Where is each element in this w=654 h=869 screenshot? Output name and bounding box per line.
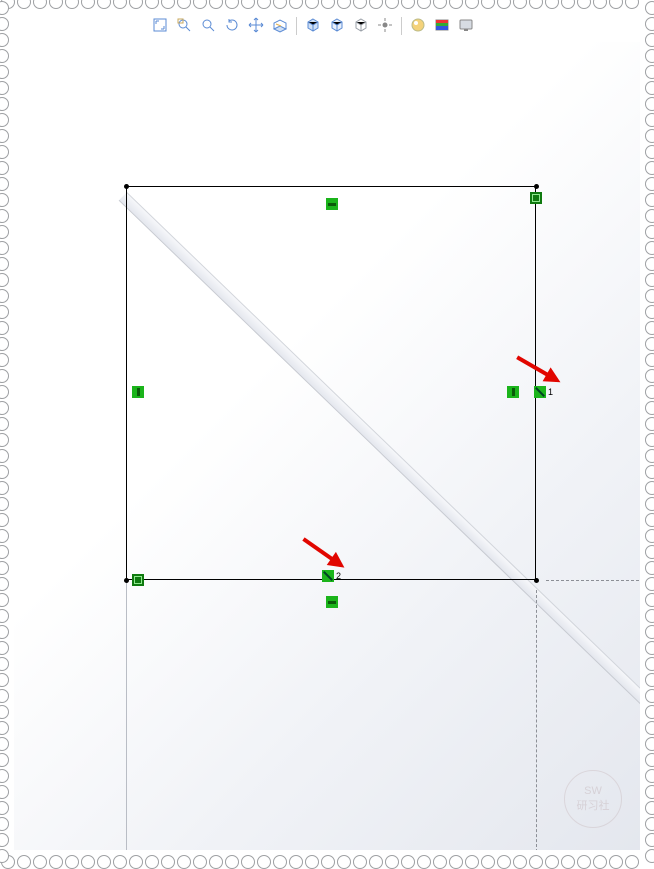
apply-scene-icon [434, 17, 450, 36]
graphics-area[interactable]: SW 研习社 12 [14, 42, 640, 850]
relation-coinc-icon[interactable] [132, 574, 144, 586]
model-edge-left [126, 580, 127, 850]
view-toolbar [150, 16, 476, 36]
sketch-endpoint[interactable] [534, 578, 539, 583]
model-hidden-edge-right [536, 590, 537, 850]
apply-scene-button[interactable] [432, 16, 452, 36]
perspective-icon [377, 17, 393, 36]
section-view-icon [272, 17, 288, 36]
relation-label: 1 [548, 387, 553, 397]
hide-show-icon [353, 17, 369, 36]
zoom-to-fit-button[interactable] [150, 16, 170, 36]
toolbar-separator [296, 17, 297, 35]
sketch-endpoint[interactable] [124, 184, 129, 189]
pan-button[interactable] [246, 16, 266, 36]
view-orientation-icon [305, 17, 321, 36]
view-settings-icon [458, 17, 474, 36]
toolbar-separator [401, 17, 402, 35]
sketch-endpoint[interactable] [124, 578, 129, 583]
display-style-button[interactable] [327, 16, 347, 36]
zoom-to-fit-icon [152, 17, 168, 36]
sketch-rectangle[interactable] [126, 186, 536, 580]
display-style-icon [329, 17, 345, 36]
relation-colinear-icon[interactable] [534, 386, 546, 398]
zoom-button[interactable] [198, 16, 218, 36]
relation-horiz-icon[interactable] [326, 198, 338, 210]
edit-appearance-button[interactable] [408, 16, 428, 36]
relation-vert-icon[interactable] [132, 386, 144, 398]
relation-vert-icon[interactable] [507, 386, 519, 398]
section-view-button[interactable] [270, 16, 290, 36]
edit-appearance-icon [410, 17, 426, 36]
zoom-icon [200, 17, 216, 36]
sketch-endpoint[interactable] [534, 184, 539, 189]
rotate-view-icon [224, 17, 240, 36]
relation-colinear-icon[interactable] [322, 570, 334, 582]
rotate-view-button[interactable] [222, 16, 242, 36]
hide-show-button[interactable] [351, 16, 371, 36]
view-settings-button[interactable] [456, 16, 476, 36]
perspective-button[interactable] [375, 16, 395, 36]
zoom-area-icon [176, 17, 192, 36]
pan-icon [248, 17, 264, 36]
model-hidden-edge-bottom [546, 580, 640, 581]
zoom-area-button[interactable] [174, 16, 194, 36]
relation-horiz-icon[interactable] [326, 596, 338, 608]
view-orientation-button[interactable] [303, 16, 323, 36]
relation-coinc-icon[interactable] [530, 192, 542, 204]
